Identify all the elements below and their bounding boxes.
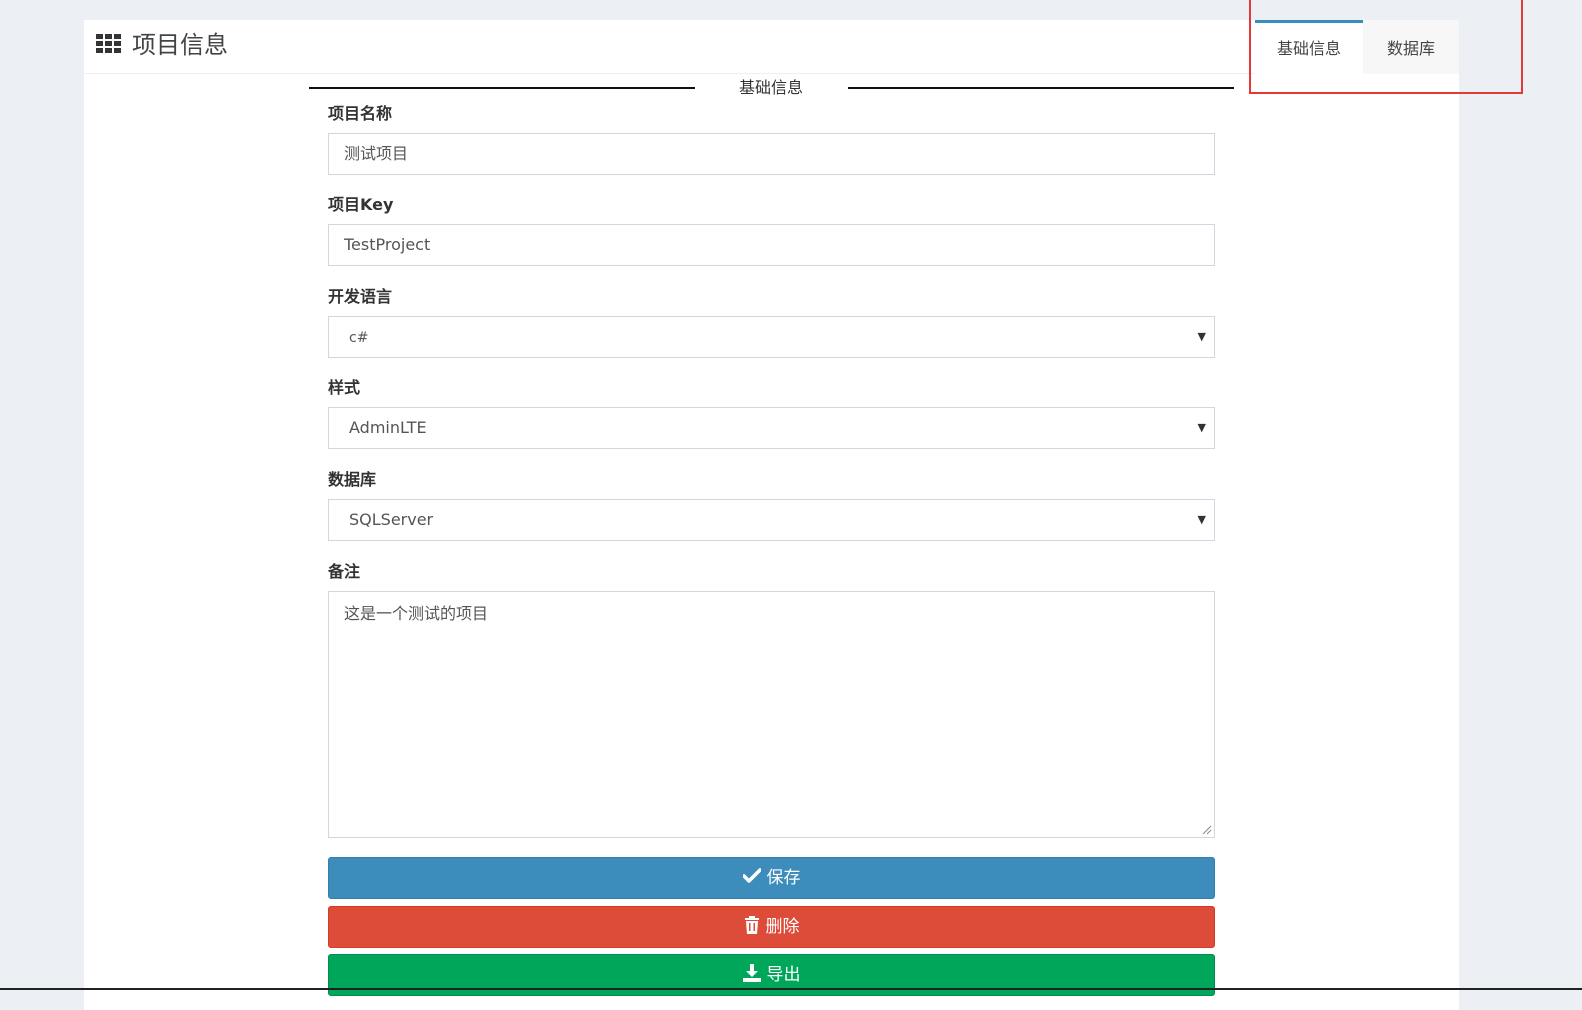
- project-name-label: 项目名称: [328, 104, 393, 123]
- bottom-border: [0, 988, 1582, 990]
- database-select-value: SQLServer: [349, 510, 434, 529]
- chevron-down-icon: ▼: [1197, 421, 1206, 434]
- save-button-label: 保存: [766, 868, 801, 888]
- language-select-value: c#: [349, 330, 369, 346]
- section-divider-right: [848, 87, 1234, 89]
- project-key-input[interactable]: TestProject: [328, 224, 1215, 266]
- download-icon: [742, 964, 761, 982]
- export-button-label: 导出: [766, 965, 801, 985]
- project-key-label: 项目Key: [328, 195, 394, 214]
- database-label: 数据库: [328, 470, 377, 489]
- delete-button-label: 删除: [765, 917, 800, 937]
- trash-icon: [744, 916, 759, 934]
- grid-icon: [96, 34, 121, 53]
- remark-label: 备注: [328, 562, 361, 581]
- chevron-down-icon: ▼: [1197, 330, 1206, 343]
- section-title: 基础信息: [738, 78, 803, 97]
- style-select[interactable]: AdminLTE ▼: [328, 407, 1215, 449]
- resize-grip-icon[interactable]: [1202, 825, 1212, 835]
- tab-highlight-box: [1249, 0, 1523, 94]
- project-name-input[interactable]: 测试项目: [328, 133, 1215, 175]
- delete-button[interactable]: 删除: [328, 906, 1215, 948]
- remark-textarea[interactable]: 这是一个测试的项目: [328, 591, 1215, 838]
- page-title: 项目信息: [132, 31, 228, 59]
- style-select-value: AdminLTE: [349, 418, 427, 437]
- save-button[interactable]: 保存: [328, 857, 1215, 899]
- check-icon: [741, 868, 762, 883]
- section-divider-left: [309, 87, 695, 89]
- remark-text: 这是一个测试的项目: [344, 604, 489, 623]
- style-label: 样式: [328, 378, 361, 397]
- chevron-down-icon: ▼: [1197, 513, 1206, 526]
- database-select[interactable]: SQLServer ▼: [328, 499, 1215, 541]
- language-label: 开发语言: [328, 287, 393, 306]
- language-select[interactable]: c# ▼: [328, 316, 1215, 358]
